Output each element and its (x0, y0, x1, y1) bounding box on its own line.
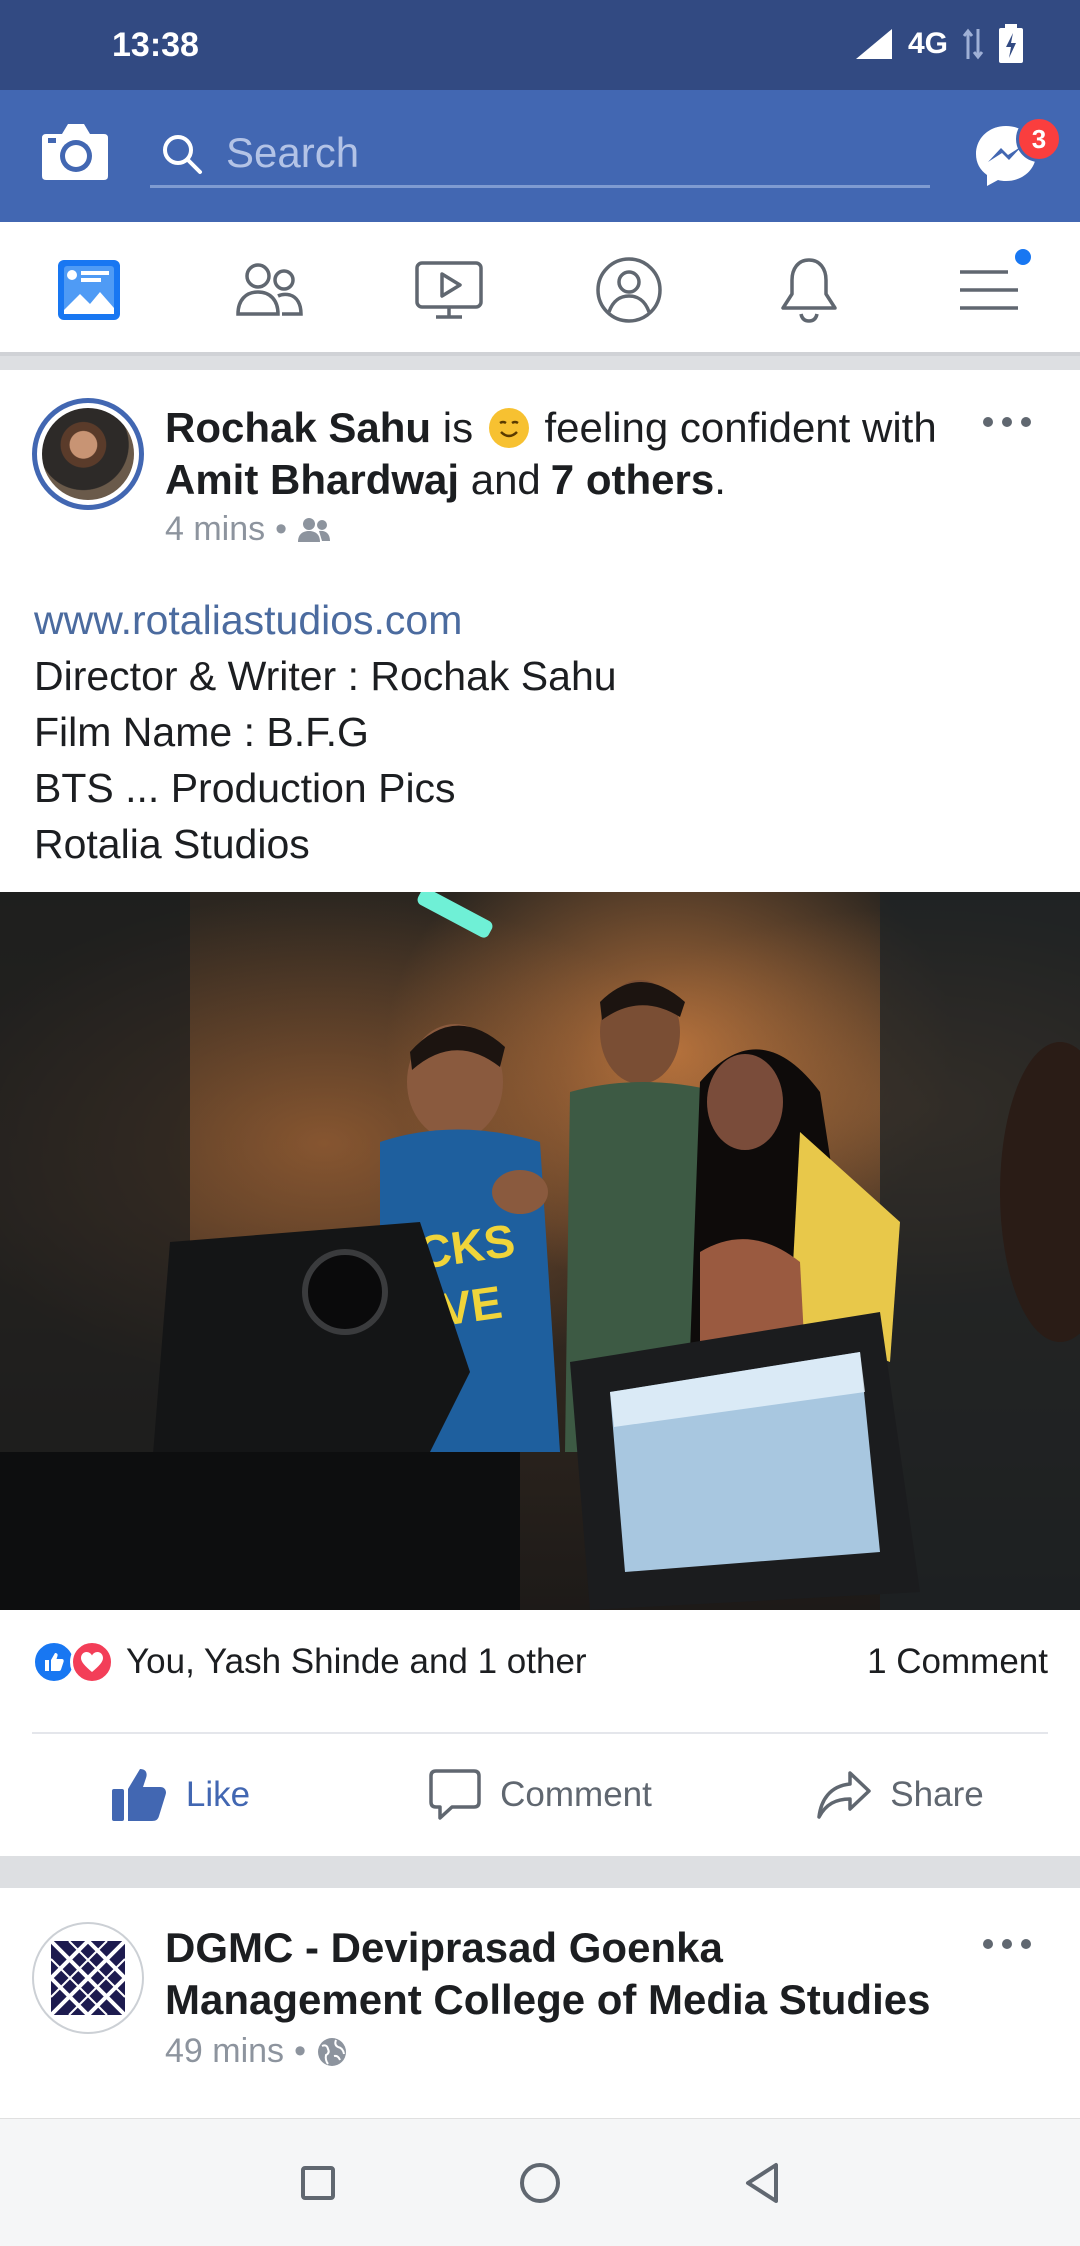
search-icon (163, 135, 202, 174)
dgmc-logo-icon (48, 1938, 128, 2018)
share-button[interactable]: Share (720, 1734, 1080, 1856)
author-avatar[interactable] (32, 398, 144, 510)
camera-button[interactable] (40, 118, 110, 184)
share-icon (817, 1771, 872, 1819)
post-photo[interactable]: CKS IVE (0, 892, 1080, 1610)
meta-separator: • (275, 510, 288, 548)
friends-privacy-icon (298, 517, 331, 542)
post-meta: 4 mins • (165, 510, 331, 549)
square-icon (301, 2166, 335, 2200)
data-transfer-icon (962, 28, 984, 60)
feeling-text: feeling confident (544, 404, 851, 451)
period: . (714, 456, 726, 503)
post-line: BTS ... Production Pics (34, 765, 456, 811)
post-time[interactable]: 4 mins (165, 510, 265, 549)
bell-icon (781, 258, 837, 323)
system-nav-bar (0, 2118, 1080, 2246)
comment-button[interactable]: Comment (360, 1734, 720, 1856)
post-link[interactable]: www.rotaliastudios.com (34, 592, 617, 648)
comment-label: Comment (500, 1775, 652, 1814)
tab-profile[interactable] (584, 250, 674, 330)
profile-icon (596, 257, 662, 323)
tagged-person[interactable]: Amit Bhardwaj (165, 456, 459, 503)
friends-icon (236, 263, 303, 316)
camera-icon (42, 124, 108, 180)
post-options-button[interactable] (980, 410, 1034, 434)
menu-notification-dot (1012, 246, 1034, 268)
more-options-icon (983, 1939, 1031, 1949)
signal-icon (854, 27, 892, 59)
like-label: Like (185, 1775, 251, 1814)
post-card: Rochak Sahu is feeling confident with Am… (0, 370, 1080, 1856)
watch-icon (415, 261, 483, 319)
tab-bar (0, 222, 1080, 356)
globe-icon (317, 2037, 346, 2066)
comments-count[interactable]: 1 Comment (867, 1642, 1048, 1682)
tab-watch[interactable] (404, 250, 494, 330)
tab-friends[interactable] (224, 250, 314, 330)
reactions-text[interactable]: You, Yash Shinde and 1 other (126, 1642, 587, 1682)
back-button[interactable] (732, 2153, 792, 2213)
is-word: is (442, 404, 474, 451)
feeling-emoji-icon (488, 408, 529, 448)
post-options-button[interactable] (980, 1932, 1034, 1956)
reactions-summary[interactable]: You, Yash Shinde and 1 other 1 Comment (32, 1612, 1048, 1712)
post-line: Director & Writer : Rochak Sahu (34, 653, 617, 699)
reactions-left: You, Yash Shinde and 1 other (32, 1640, 587, 1684)
share-label: Share (890, 1775, 984, 1814)
and-word: and (470, 456, 541, 503)
tab-notifications[interactable] (764, 250, 854, 330)
recents-button[interactable] (288, 2153, 348, 2213)
top-bar: 3 (0, 90, 1080, 222)
meta-separator: • (294, 2032, 306, 2070)
post-line: Film Name : B.F.G (34, 709, 369, 755)
with-word: with (862, 404, 937, 451)
news-feed-icon (58, 260, 120, 320)
status-icons: 4G (854, 24, 1024, 64)
comment-icon (429, 1769, 481, 1820)
tab-news-feed[interactable] (44, 250, 134, 330)
circle-icon (520, 2163, 560, 2203)
thumbs-up-icon (111, 1769, 166, 1821)
post-header: Rochak Sahu is feeling confident with Am… (165, 402, 955, 506)
love-reaction-icon (70, 1640, 114, 1684)
messenger-badge: 3 (1016, 116, 1062, 162)
page-avatar[interactable] (32, 1922, 144, 2034)
status-time: 13:38 (112, 26, 199, 64)
post-line: Rotalia Studios (34, 821, 310, 867)
author-name[interactable]: Rochak Sahu (165, 404, 431, 451)
search-input[interactable] (226, 126, 906, 180)
post-actions: Like Comment Share (0, 1734, 1080, 1856)
menu-icon (960, 270, 1018, 310)
status-bar: 13:38 4G (0, 0, 1080, 90)
tab-menu[interactable] (944, 246, 1034, 330)
more-options-icon (983, 417, 1031, 427)
back-triangle-icon (746, 2163, 778, 2203)
page-name[interactable]: DGMC - Deviprasad Goenka Management Coll… (165, 1922, 965, 2026)
post-time[interactable]: 49 mins (165, 2032, 284, 2071)
post-meta: 49 mins • (165, 2032, 348, 2071)
reaction-icons (32, 1640, 114, 1684)
avatar-photo (42, 408, 134, 500)
post-body: www.rotaliastudios.com Director & Writer… (34, 592, 617, 872)
behind-the-scenes-photo: CKS IVE (0, 892, 1080, 1610)
post-card: DGMC - Deviprasad Goenka Management Coll… (0, 1888, 1080, 2118)
tagged-others[interactable]: 7 others (551, 456, 714, 503)
battery-charging-icon (999, 24, 1023, 63)
like-button[interactable]: Like (0, 1734, 360, 1856)
home-button[interactable] (510, 2153, 570, 2213)
network-label: 4G (907, 27, 948, 60)
search-box[interactable] (150, 118, 930, 188)
